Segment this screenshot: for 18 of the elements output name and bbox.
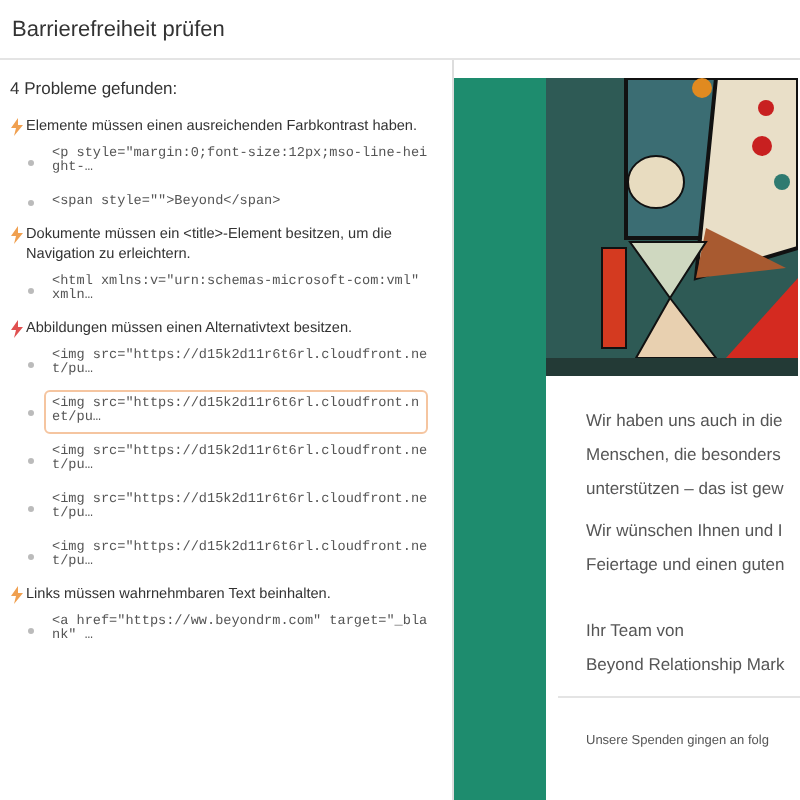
window-title: Barrierefreiheit prüfen — [12, 17, 225, 41]
bullet-icon — [28, 627, 34, 633]
bullet-icon — [28, 505, 34, 511]
email-text: Beyond Relationship Mark — [586, 652, 787, 676]
bullet-icon — [28, 553, 34, 559]
email-text: Feiertage und einen guten — [586, 552, 787, 576]
bullet-icon — [28, 159, 34, 165]
bullet-icon — [28, 457, 34, 463]
email-text: Ihr Team von — [586, 618, 686, 642]
email-text: Menschen, die besonders — [586, 442, 783, 466]
bullet-icon — [28, 287, 34, 293]
email-text: unterstützen – das ist gew — [586, 476, 786, 500]
email-text: Wir haben uns auch in die — [586, 408, 785, 432]
bullet-icon — [28, 200, 34, 206]
email-text: Wir wünschen Ihnen und I — [586, 518, 785, 542]
summary-text: 4 Probleme gefunden: — [10, 78, 180, 98]
bullet-icon — [28, 361, 34, 367]
bullet-icon — [28, 409, 34, 415]
